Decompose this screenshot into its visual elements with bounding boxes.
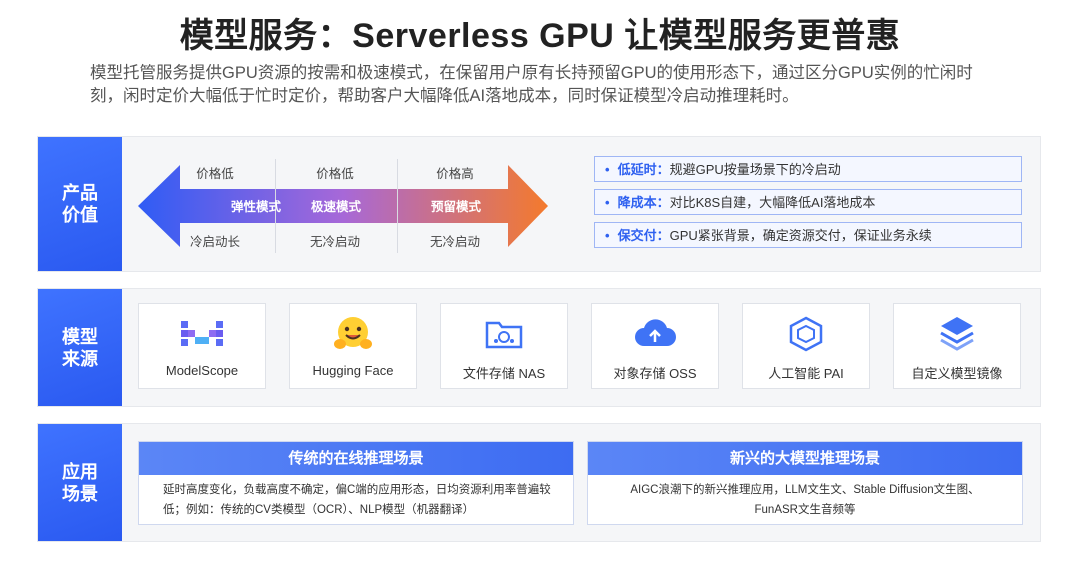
source-nas: 文件存储 NAS bbox=[440, 303, 568, 389]
scenario-title: 传统的在线推理场景 bbox=[139, 442, 573, 475]
page-title: 模型服务：Serverless GPU 让模型服务更普惠 bbox=[179, 17, 901, 55]
benefit-item: • 保交付：GPU紧张背景，确定资源交付，保证业务永续 bbox=[594, 222, 1022, 248]
source-hugging-face: Hugging Face bbox=[289, 303, 417, 389]
scenario-desc: 延时高度变化，负载高度不确定，偏C端的应用形态，日均资源利用率普遍较低；例如：传… bbox=[163, 484, 551, 516]
traditional-scenario-card: 传统的在线推理场景 延时高度变化，负载高度不确定，偏C端的应用形态，日均资源利用… bbox=[138, 441, 574, 525]
mode-start-label: 无冷启动 bbox=[309, 235, 360, 249]
scenario-tag: 应用场景 bbox=[38, 424, 122, 541]
scenario-desc: AIGC浪潮下的新兴推理应用，LLM文生文、Stable Diffusion文生… bbox=[630, 484, 980, 516]
source-pai: 人工智能 PAI bbox=[742, 303, 870, 389]
source-oss: 对象存储 OSS bbox=[591, 303, 719, 389]
modelscope-logo-icon bbox=[139, 314, 265, 354]
hugging-face-emoji-icon bbox=[290, 314, 416, 354]
mode-name: 预留模式 bbox=[430, 200, 481, 214]
mode-start-label: 冷启动长 bbox=[189, 235, 240, 249]
benefit-item: • 降成本：对比K8S自建，大幅降低AI落地成本 bbox=[594, 189, 1022, 215]
source-modelscope: ModelScope bbox=[138, 303, 266, 389]
source-label: 文件存储 NAS bbox=[462, 366, 546, 381]
nas-folder-icon bbox=[441, 314, 567, 354]
source-label: 自定义模型镜像 bbox=[911, 366, 1003, 381]
pai-cube-icon bbox=[743, 314, 869, 354]
mode-start-label: 无冷启动 bbox=[429, 235, 480, 249]
source-label: 对象存储 OSS bbox=[613, 366, 697, 381]
scenario-title: 新兴的大模型推理场景 bbox=[588, 442, 1022, 475]
emerging-scenario-card: 新兴的大模型推理场景 AIGC浪潮下的新兴推理应用，LLM文生文、Stable … bbox=[587, 441, 1023, 525]
page-subtitle: 模型托管服务提供GPU资源的按需和极速模式，在保留用户原有长持预留GPU的使用形… bbox=[90, 64, 973, 105]
layers-stack-icon bbox=[894, 314, 1020, 354]
model-source-section: 模型来源 ModelScope Hugging Face 文件存储 NAS 对象… bbox=[37, 288, 1041, 407]
mode-price-label: 价格高 bbox=[436, 167, 474, 181]
source-label: Hugging Face bbox=[312, 363, 394, 378]
product-value-section: 产品价值 价格低 价格低 价格高 弹性模式 极速模式 预留模式 冷启动长 无冷启… bbox=[37, 136, 1041, 272]
benefit-list: • 低延时：规避GPU按量场景下的冷启动 • 降成本：对比K8S自建，大幅降低AI落… bbox=[594, 156, 1022, 255]
model-source-tag: 模型来源 bbox=[38, 289, 122, 406]
mode-name: 极速模式 bbox=[310, 200, 361, 214]
benefit-item: • 低延时：规避GPU按量场景下的冷启动 bbox=[594, 156, 1022, 182]
mode-price-label: 价格低 bbox=[196, 167, 234, 181]
mode-price-label: 价格低 bbox=[316, 167, 354, 181]
mode-arrow: 价格低 价格低 价格高 弹性模式 极速模式 预留模式 冷启动长 无冷启动 无冷启… bbox=[138, 159, 548, 253]
source-custom-image: 自定义模型镜像 bbox=[893, 303, 1021, 389]
source-label: 人工智能 PAI bbox=[768, 366, 844, 381]
product-value-tag: 产品价值 bbox=[38, 137, 122, 271]
oss-cloud-upload-icon bbox=[592, 314, 718, 354]
scenario-section: 应用场景 传统的在线推理场景 延时高度变化，负载高度不确定，偏C端的应用形态，日… bbox=[37, 423, 1041, 542]
source-label: ModelScope bbox=[165, 363, 239, 378]
